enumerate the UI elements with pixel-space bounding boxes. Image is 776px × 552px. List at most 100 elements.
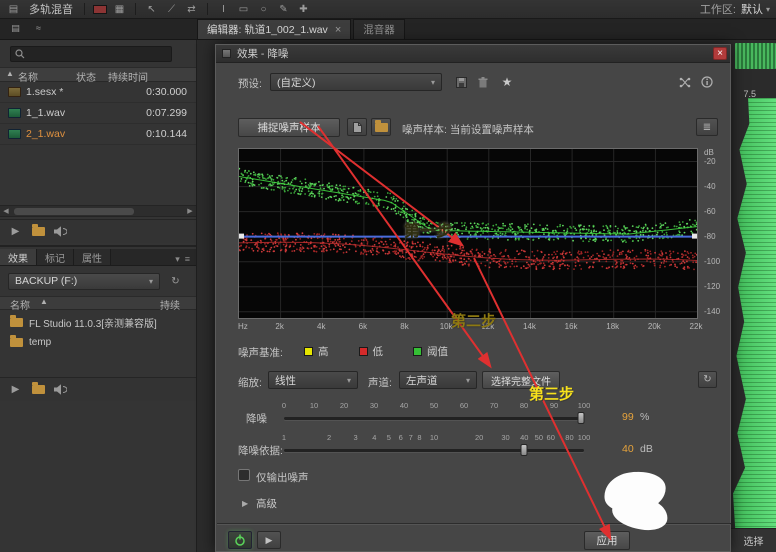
play-icon[interactable]: ▶ xyxy=(8,382,23,397)
file-name: 2_1.wav xyxy=(26,128,134,140)
delete-preset-icon[interactable] xyxy=(474,73,492,91)
reduce-by-slider[interactable]: 1234567810203040506080100 xyxy=(284,433,584,461)
column-duration[interactable]: 持续 xyxy=(160,297,180,312)
preset-dropdown[interactable]: (自定义) ▾ xyxy=(270,73,442,91)
slider-track[interactable] xyxy=(284,449,584,452)
freq-axis-label: 16k xyxy=(565,322,578,331)
move-tool-icon[interactable]: ↖ xyxy=(144,2,159,17)
slider-thumb[interactable] xyxy=(521,444,528,456)
scroll-left-icon[interactable]: ◀ xyxy=(0,206,12,217)
channel-dropdown[interactable]: 左声道 ▾ xyxy=(399,371,477,389)
razor-tool-icon[interactable]: ⟋ xyxy=(164,2,179,17)
open-file-icon[interactable] xyxy=(32,227,45,236)
apply-button[interactable]: 应用 xyxy=(584,531,630,550)
drive-dropdown[interactable]: BACKUP (F:) ▾ xyxy=(8,273,160,290)
marquee-selection-tool-icon[interactable]: ▭ xyxy=(236,2,251,17)
paintbrush-tool-icon[interactable]: ✎ xyxy=(276,2,291,17)
chevron-down-icon[interactable]: ▾ xyxy=(175,254,180,265)
horizontal-scrollbar[interactable]: ◀ ▶ xyxy=(0,205,196,217)
lasso-selection-tool-icon[interactable]: ○ xyxy=(256,2,271,17)
spectral-display-icon[interactable]: ▦ xyxy=(112,2,127,17)
slip-tool-icon[interactable]: ⇄ xyxy=(184,2,199,17)
search-box xyxy=(10,46,172,62)
search-input[interactable] xyxy=(29,49,167,60)
files-panel-icon[interactable]: ▤ xyxy=(8,21,23,36)
multitrack-button[interactable]: 多轨混音 xyxy=(26,1,76,17)
capture-noise-print-button[interactable]: 捕捉噪声样本 xyxy=(238,118,340,137)
multitrack-view-icon[interactable]: ▤ xyxy=(6,2,21,17)
tab-effects[interactable]: 效果 xyxy=(0,249,37,265)
noise-reduction-slider[interactable]: 0102030405060708090100 xyxy=(284,401,584,429)
toolbar-divider xyxy=(135,3,136,15)
close-icon[interactable]: × xyxy=(713,47,727,60)
open-folder-icon[interactable] xyxy=(32,385,45,394)
speaker-icon[interactable] xyxy=(54,226,67,237)
save-noise-print-icon[interactable] xyxy=(347,118,367,136)
advanced-label[interactable]: 高级 xyxy=(256,496,277,511)
panel-menu-icon[interactable]: ≡ xyxy=(185,254,190,265)
output-noise-only-checkbox[interactable] xyxy=(238,469,250,481)
file-row[interactable]: 1_1.wav 0:07.299 xyxy=(0,103,196,124)
slider-thumb[interactable] xyxy=(578,412,585,424)
column-name[interactable]: 名称 xyxy=(10,297,30,312)
info-icon[interactable] xyxy=(698,73,716,91)
db-axis-label: -140 xyxy=(704,307,720,316)
select-entire-file-button[interactable]: 选择完整文件 xyxy=(482,371,560,389)
scale-dropdown[interactable]: 线性 ▾ xyxy=(268,371,358,389)
preview-play-button[interactable]: ▶ xyxy=(257,531,281,549)
folder-row[interactable]: FL Studio 11.0.3[亲测兼容版] xyxy=(0,312,196,332)
db-axis-label: -100 xyxy=(704,257,720,266)
drive-value: BACKUP (F:) xyxy=(15,275,77,287)
waveform-display[interactable] xyxy=(733,98,776,528)
speaker-icon[interactable] xyxy=(54,384,67,395)
noise-reduction-unit: % xyxy=(640,411,649,423)
sort-asc-icon[interactable]: ▲ xyxy=(6,69,14,78)
slider-track[interactable] xyxy=(284,417,584,420)
noise-reduction-value[interactable]: 99 xyxy=(622,411,634,423)
slider-tick-label: 6 xyxy=(399,433,403,442)
slider-tick-label: 80 xyxy=(565,433,573,442)
file-row[interactable]: 2_1.wav 0:10.144 xyxy=(0,124,196,145)
db-axis-label: -20 xyxy=(704,157,716,166)
reduce-by-value[interactable]: 40 xyxy=(622,443,634,455)
tab-properties[interactable]: 属性 xyxy=(74,249,111,265)
tab-markers[interactable]: 标记 xyxy=(37,249,74,265)
waveform-strip: 7.5 选择 xyxy=(731,40,776,552)
insert-into-multitrack-icon[interactable]: ▶ xyxy=(8,224,23,239)
file-row[interactable]: 1.sesx * 0:30.000 xyxy=(0,82,196,103)
load-noise-print-icon[interactable] xyxy=(371,118,391,136)
freq-axis-label: 10k xyxy=(440,322,453,331)
favorites-panel-icon[interactable]: ≈ xyxy=(31,21,46,36)
refresh-icon[interactable]: ↻ xyxy=(168,274,183,289)
spectrum-graph[interactable] xyxy=(238,148,698,319)
slider-tick-label: 60 xyxy=(460,401,468,410)
scrollbar-thumb[interactable] xyxy=(14,208,134,215)
slider-tick-label: 70 xyxy=(490,401,498,410)
tab-mixer[interactable]: 混音器 xyxy=(353,19,405,39)
noise-sample-text: 噪声样本: 当前设置噪声样本 xyxy=(402,122,534,137)
graph-options-icon[interactable]: ≣ xyxy=(696,118,718,136)
effect-power-toggle[interactable] xyxy=(228,531,252,549)
scroll-right-icon[interactable]: ▶ xyxy=(184,206,196,217)
time-selection-tool-icon[interactable]: I xyxy=(216,2,231,17)
waveform-color-icon[interactable] xyxy=(93,5,107,14)
db-axis-label: -120 xyxy=(704,282,720,291)
spot-healing-tool-icon[interactable]: ✚ xyxy=(296,2,311,17)
media-browser-panel: 效果 标记 属性 ▾ ≡ BACKUP (F:) ▾ ↻ 名称 ▲ 持续 xyxy=(0,249,196,401)
chevron-down-icon: ▾ xyxy=(458,376,470,385)
session-file-icon xyxy=(8,87,21,97)
preset-label: 预设: xyxy=(238,76,262,91)
channel-map-icon[interactable] xyxy=(676,73,694,91)
dialog-title: 效果 - 降噪 xyxy=(237,46,288,61)
favorite-icon[interactable]: ★ xyxy=(498,73,516,91)
save-preset-icon[interactable] xyxy=(452,73,470,91)
folder-row[interactable]: temp xyxy=(0,332,196,352)
reset-icon[interactable]: ↻ xyxy=(698,371,717,388)
advanced-expander-icon[interactable]: ▶ xyxy=(242,499,248,508)
tab-editor[interactable]: 编辑器: 轨道1_002_1.wav × xyxy=(197,19,351,39)
wave-file-icon xyxy=(8,129,21,139)
waveform-band[interactable] xyxy=(735,43,776,69)
workspace-dropdown[interactable]: 默认 ▾ xyxy=(741,1,770,17)
close-tab-icon[interactable]: × xyxy=(335,25,341,35)
dialog-titlebar[interactable]: 效果 - 降噪 × xyxy=(216,45,730,63)
